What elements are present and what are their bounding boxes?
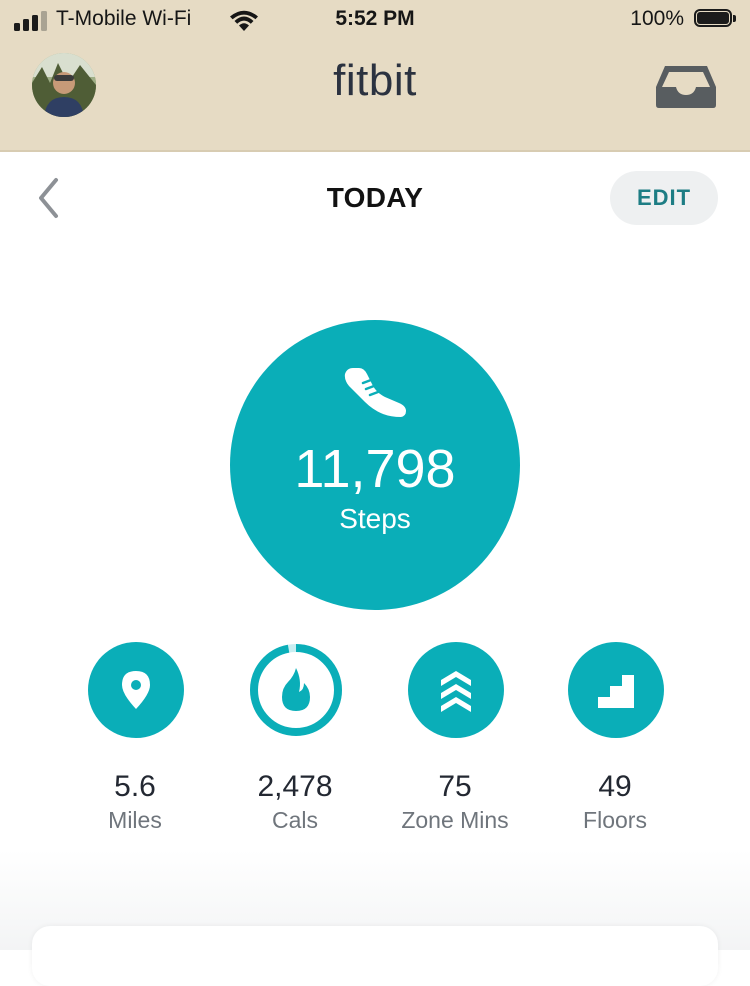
stat-floors[interactable]: 49 Floors bbox=[525, 642, 705, 842]
stat-miles[interactable]: 5.6 Miles bbox=[45, 642, 225, 842]
stairs-icon bbox=[598, 675, 634, 708]
location-pin-icon bbox=[122, 671, 150, 709]
battery-percentage: 100% bbox=[630, 7, 684, 30]
zone-chevrons-icon bbox=[441, 671, 471, 712]
inbox-tray-icon[interactable] bbox=[655, 63, 717, 109]
stat-value: 49 bbox=[598, 770, 632, 803]
stat-value: 2,478 bbox=[257, 770, 333, 803]
stat-label: Floors bbox=[583, 807, 647, 833]
steps-label: Steps bbox=[339, 503, 411, 534]
stat-value: 5.6 bbox=[114, 770, 156, 803]
stat-value: 75 bbox=[438, 770, 472, 803]
flame-icon bbox=[282, 668, 310, 711]
battery-icon bbox=[694, 9, 738, 29]
next-tile-card[interactable] bbox=[32, 926, 718, 986]
stat-label: Cals bbox=[271, 807, 318, 833]
stat-zone-mins[interactable]: 75 Zone Mins bbox=[365, 642, 545, 842]
shoe-icon bbox=[344, 368, 406, 417]
stat-cals[interactable]: 2,478 Cals bbox=[205, 642, 385, 842]
app-title: fitbit bbox=[333, 56, 417, 105]
status-bar: T-Mobile Wi-Fi 5:52 PM 100% bbox=[0, 0, 750, 42]
steps-tile[interactable]: 11,798 Steps bbox=[230, 320, 520, 610]
stat-label: Miles bbox=[108, 807, 162, 833]
steps-value: 11,798 bbox=[294, 439, 456, 499]
edit-button[interactable]: EDIT bbox=[610, 171, 718, 225]
stat-label: Zone Mins bbox=[401, 807, 509, 833]
app-header: T-Mobile Wi-Fi 5:52 PM 100% fitbit bbox=[0, 0, 750, 152]
